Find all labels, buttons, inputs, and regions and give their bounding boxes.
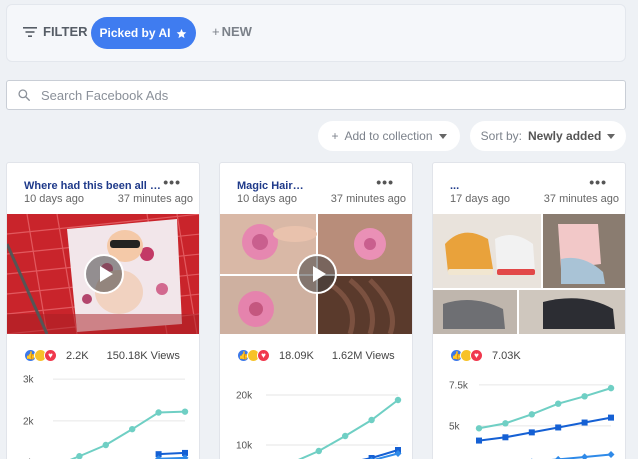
- series-line: [551, 453, 612, 459]
- data-point[interactable]: [528, 429, 535, 436]
- data-point[interactable]: [608, 414, 614, 421]
- more-options-icon[interactable]: •••: [163, 174, 181, 190]
- search-bar: [6, 80, 626, 110]
- search-input[interactable]: [41, 87, 601, 103]
- data-point[interactable]: [315, 447, 322, 455]
- reaction-icons: 👍 ♥: [24, 349, 57, 362]
- search-icon: [18, 89, 30, 101]
- ad-stats: 👍 ♥ 2.2K 150.18K Views: [24, 349, 180, 362]
- ad-trend-chart: 3k2k1k: [23, 375, 189, 459]
- data-point[interactable]: [394, 396, 402, 404]
- filter-lines-icon: [23, 26, 37, 37]
- reaction-count: 7.03K: [492, 349, 521, 362]
- sort-prefix: Sort by:: [480, 129, 522, 143]
- data-point[interactable]: [502, 420, 509, 427]
- data-point[interactable]: [475, 425, 483, 432]
- reaction-count: 18.09K: [279, 349, 314, 362]
- reaction-count: 2.2K: [66, 349, 89, 362]
- series-line: [297, 399, 399, 459]
- filter-button[interactable]: FILTER: [23, 24, 88, 39]
- ad-stats: 👍 ♥ 7.03K: [450, 349, 539, 362]
- ad-title[interactable]: Where had this been all …: [24, 180, 161, 192]
- data-point[interactable]: [528, 411, 535, 418]
- sort-dropdown[interactable]: Sort by: Newly added: [470, 121, 626, 151]
- play-icon[interactable]: [84, 254, 124, 294]
- posted-date: 10 days ago: [24, 193, 84, 205]
- data-point[interactable]: [607, 384, 615, 392]
- data-point[interactable]: [181, 408, 189, 415]
- ad-media[interactable]: [433, 214, 625, 334]
- data-point[interactable]: [155, 409, 162, 416]
- updated-time: 37 minutes ago: [543, 193, 619, 205]
- data-point[interactable]: [581, 419, 588, 426]
- new-label: NEW: [221, 24, 252, 39]
- y-tick-label: 2k: [23, 416, 35, 427]
- data-point[interactable]: [342, 432, 349, 440]
- sort-value: Newly added: [528, 129, 602, 143]
- ad-media[interactable]: [220, 214, 412, 334]
- ad-title[interactable]: ...: [450, 180, 459, 192]
- series-line: [478, 416, 612, 442]
- data-point[interactable]: [555, 400, 562, 407]
- picked-by-ai-label: Picked by AI: [99, 26, 171, 40]
- series-line: [158, 451, 186, 456]
- data-point[interactable]: [76, 453, 83, 459]
- ad-card[interactable]: ... ••• 17 days ago 37 minutes ago 👍 ♥ 7…: [432, 162, 626, 459]
- caret-down-icon: [438, 133, 447, 139]
- view-count: 150.18K Views: [106, 349, 180, 362]
- play-icon[interactable]: [297, 254, 337, 294]
- ad-card[interactable]: Where had this been all … ••• 10 days ag…: [6, 162, 200, 459]
- ad-title[interactable]: Magic Hair…: [237, 180, 304, 192]
- plus-icon: +: [212, 24, 220, 39]
- ad-media[interactable]: [7, 214, 199, 334]
- data-point[interactable]: [581, 393, 588, 400]
- ad-stats: 👍 ♥ 18.09K 1.62M Views: [237, 349, 395, 362]
- star-icon: [177, 28, 187, 38]
- y-tick-label: 7.5k: [449, 380, 469, 391]
- updated-time: 37 minutes ago: [330, 193, 406, 205]
- caret-down-icon: [607, 133, 616, 139]
- posted-date: 10 days ago: [237, 193, 297, 205]
- ad-card[interactable]: Magic Hair… ••• 10 days ago 37 minutes a…: [219, 162, 413, 459]
- reaction-icons: 👍 ♥: [450, 349, 483, 362]
- data-point[interactable]: [368, 416, 375, 424]
- baby-shoes-image: [433, 214, 625, 334]
- reaction-icons: 👍 ♥: [237, 349, 270, 362]
- data-point[interactable]: [476, 437, 482, 444]
- y-tick-label: 3k: [23, 375, 35, 386]
- love-icon: ♥: [44, 349, 57, 362]
- add-to-collection-label: Add to collection: [344, 129, 433, 143]
- filter-label: FILTER: [43, 24, 88, 39]
- ad-trend-chart: 20k 10k: [236, 391, 402, 459]
- data-point[interactable]: [129, 425, 136, 433]
- new-button[interactable]: + NEW: [212, 24, 252, 39]
- data-point[interactable]: [607, 451, 615, 459]
- data-point[interactable]: [502, 434, 509, 441]
- love-icon: ♥: [470, 349, 483, 362]
- view-count: 1.62M Views: [331, 349, 395, 362]
- ad-trend-chart: 7.5k5k2.5k: [449, 380, 615, 459]
- posted-date: 17 days ago: [450, 193, 510, 205]
- more-options-icon[interactable]: •••: [589, 174, 607, 190]
- series-line: [69, 410, 186, 459]
- updated-time: 37 minutes ago: [117, 193, 193, 205]
- filter-bar: FILTER Picked by AI + NEW: [6, 4, 626, 62]
- y-tick-label: 20k: [236, 391, 253, 402]
- love-icon: ♥: [257, 349, 270, 362]
- data-point[interactable]: [555, 424, 562, 431]
- plus-icon: +: [331, 129, 339, 143]
- add-to-collection-dropdown[interactable]: + Add to collection: [318, 121, 460, 151]
- data-point[interactable]: [102, 441, 110, 449]
- y-tick-label: 5k: [449, 421, 461, 432]
- y-tick-label: 10k: [236, 441, 253, 452]
- more-options-icon[interactable]: •••: [376, 174, 394, 190]
- picked-by-ai-chip[interactable]: Picked by AI: [91, 17, 196, 49]
